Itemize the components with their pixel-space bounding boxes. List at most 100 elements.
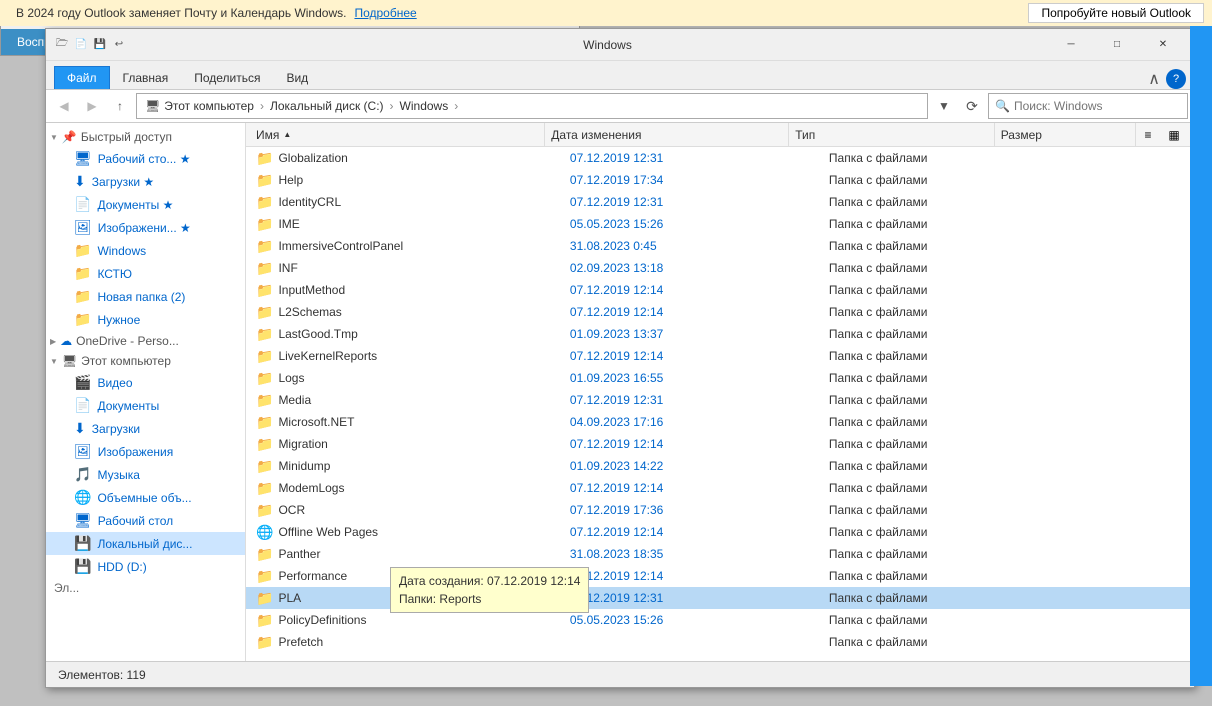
help-button[interactable]: ?	[1166, 69, 1186, 89]
file-date-cell: 07.12.2019 12:14	[564, 349, 823, 363]
table-row[interactable]: 📁Panther31.08.2023 18:35Папка с файлами	[246, 543, 1194, 565]
table-row[interactable]: 📁IME05.05.2023 15:26Папка с файлами	[246, 213, 1194, 235]
table-row[interactable]: 📁INF02.09.2023 13:18Папка с файлами	[246, 257, 1194, 279]
search-box[interactable]: 🔍	[988, 93, 1188, 119]
window-icon: 🗁	[54, 37, 70, 53]
folder-icon: 📁	[256, 304, 273, 321]
file-type-cell: Папка с файлами	[823, 547, 1041, 561]
file-date-cell: 07.12.2019 12:14	[564, 305, 823, 319]
view-buttons: ≡ ▦	[1136, 123, 1190, 147]
search-icon: 🔍	[995, 99, 1010, 113]
notification-link[interactable]: Подробнее	[354, 6, 416, 20]
maximize-button[interactable]: □	[1094, 29, 1140, 61]
sidebar-item-local-disk[interactable]: 💾 Локальный дис...	[46, 532, 245, 555]
table-row[interactable]: 📁Globalization07.12.2019 12:31Папка с фа…	[246, 147, 1194, 169]
onedrive-icon: ☁	[60, 334, 72, 348]
sidebar-item-images[interactable]: 🖼 Изображения	[46, 440, 245, 463]
table-row[interactable]: 📁ImmersiveControlPanel31.08.2023 0:45Пап…	[246, 235, 1194, 257]
address-dropdown-button[interactable]: ▼	[932, 94, 956, 118]
close-button[interactable]: ✕	[1140, 29, 1186, 61]
table-row[interactable]: 📁L2Schemas07.12.2019 12:14Папка с файлам…	[246, 301, 1194, 323]
search-input[interactable]	[1014, 99, 1181, 113]
this-pc-header[interactable]: ▼ 🖥 Этот компьютер	[46, 351, 245, 371]
quick-access-header[interactable]: ▼ 📌 Быстрый доступ	[46, 127, 245, 147]
table-row[interactable]: 📁PolicyDefinitions05.05.2023 15:26Папка …	[246, 609, 1194, 631]
list-view-button[interactable]: ≡	[1136, 123, 1160, 147]
file-name-cell: 📁Prefetch	[250, 634, 564, 651]
address-box[interactable]: 🖥 Этот компьютер › Локальный диск (C:) ›…	[136, 93, 928, 119]
window-controls[interactable]: ─ □ ✕	[1048, 29, 1186, 61]
sidebar-item-desk2[interactable]: 🖥 Рабочий стол	[46, 509, 245, 532]
table-row[interactable]: 📁IdentityCRL07.12.2019 12:31Папка с файл…	[246, 191, 1194, 213]
table-row[interactable]: 📁PrefetchПапка с файлами	[246, 631, 1194, 653]
refresh-button[interactable]: ⟳	[960, 94, 984, 118]
file-name: Panther	[278, 547, 320, 561]
try-outlook-button[interactable]: Попробуйте новый Outlook	[1028, 3, 1204, 23]
desktop-label: Рабочий сто... ★	[98, 152, 191, 166]
col-header-date[interactable]: Дата изменения	[545, 123, 789, 146]
sidebar-item-desktop[interactable]: 🖥 Рабочий сто... ★	[46, 147, 245, 170]
table-row[interactable]: 📁Logs01.09.2023 16:55Папка с файлами	[246, 367, 1194, 389]
onedrive-header[interactable]: ▶ ☁ OneDrive - Perso...	[46, 331, 245, 351]
col-header-type[interactable]: Тип	[789, 123, 994, 146]
table-row[interactable]: 📁OCR07.12.2019 17:36Папка с файлами	[246, 499, 1194, 521]
sidebar-item-video[interactable]: 🎬 Видео	[46, 371, 245, 394]
forward-button[interactable]: ▶	[80, 94, 104, 118]
sidebar-item-downloads[interactable]: ⬇ Загрузки ★	[46, 170, 245, 193]
minimize-button[interactable]: ─	[1048, 29, 1094, 61]
3d-label: Объемные объ...	[97, 491, 191, 505]
sidebar-item-hdd[interactable]: 💾 HDD (D:)	[46, 555, 245, 578]
dl2-icon: ⬇	[74, 420, 86, 437]
sidebar-item-dl2[interactable]: ⬇ Загрузки	[46, 417, 245, 440]
tab-share[interactable]: Поделиться	[181, 66, 273, 89]
sidebar-element-label[interactable]: Эл...	[46, 578, 245, 598]
this-pc-label: Этот компьютер	[81, 354, 171, 368]
table-row[interactable]: 📁LastGood.Tmp01.09.2023 13:37Папка с фай…	[246, 323, 1194, 345]
col-header-name[interactable]: Имя ▲	[250, 123, 545, 146]
sidebar-item-music[interactable]: 🎵 Музыка	[46, 463, 245, 486]
table-row[interactable]: 🌐Offline Web Pages07.12.2019 12:14Папка …	[246, 521, 1194, 543]
sidebar-item-windows[interactable]: 📁 Windows	[46, 239, 245, 262]
file-type-cell: Папка с файлами	[823, 327, 1041, 341]
up-button[interactable]: ↑	[108, 94, 132, 118]
sidebar-item-pictures[interactable]: 🖼 Изображени... ★	[46, 216, 245, 239]
ribbon-collapse-button[interactable]: ∧	[1148, 69, 1160, 89]
detail-view-button[interactable]: ▦	[1162, 123, 1186, 147]
column-headers: Имя ▲ Дата изменения Тип Размер ≡ ▦	[246, 123, 1194, 147]
documents-icon: 📄	[74, 196, 91, 213]
sidebar-item-nugnoe[interactable]: 📁 Нужное	[46, 308, 245, 331]
local-disk-icon: 💾	[74, 535, 91, 552]
tab-home[interactable]: Главная	[110, 66, 182, 89]
sidebar-item-docs2[interactable]: 📄 Документы	[46, 394, 245, 417]
folder-icon: 🌐	[256, 524, 273, 541]
tab-view[interactable]: Вид	[273, 66, 321, 89]
table-row[interactable]: 📁PLA07.12.2019 12:31Папка с файлами	[246, 587, 1194, 609]
kstu-icon: 📁	[74, 265, 91, 282]
sidebar-item-3d[interactable]: 🌐 Объемные объ...	[46, 486, 245, 509]
sidebar-item-kstu[interactable]: 📁 КСТЮ	[46, 262, 245, 285]
table-row[interactable]: 📁Media07.12.2019 12:31Папка с файлами	[246, 389, 1194, 411]
title-bar: 🗁 📄 💾 ↩ Windows ─ □ ✕	[46, 29, 1194, 61]
table-row[interactable]: 📁Minidump01.09.2023 14:22Папка с файлами	[246, 455, 1194, 477]
file-date-cell: 05.05.2023 15:26	[564, 217, 823, 231]
folder-icon: 📁	[256, 216, 273, 233]
table-row[interactable]: 📁LiveKernelReports07.12.2019 12:14Папка …	[246, 345, 1194, 367]
sidebar-item-documents[interactable]: 📄 Документы ★	[46, 193, 245, 216]
table-row[interactable]: 📁Migration07.12.2019 12:14Папка с файлам…	[246, 433, 1194, 455]
file-type-cell: Папка с файлами	[823, 525, 1041, 539]
sidebar-item-newfolder[interactable]: 📁 Новая папка (2)	[46, 285, 245, 308]
tab-file[interactable]: Файл	[54, 66, 110, 89]
file-name-cell: 📁ImmersiveControlPanel	[250, 238, 564, 255]
file-name: LiveKernelReports	[278, 349, 377, 363]
table-row[interactable]: 📁InputMethod07.12.2019 12:14Папка с файл…	[246, 279, 1194, 301]
table-row[interactable]: 📁Help07.12.2019 17:34Папка с файлами	[246, 169, 1194, 191]
file-name: Media	[278, 393, 311, 407]
tb-icon-save: 💾	[92, 37, 108, 53]
table-row[interactable]: 📁Microsoft.NET04.09.2023 17:16Папка с фа…	[246, 411, 1194, 433]
table-row[interactable]: 📁ModemLogs07.12.2019 12:14Папка с файлам…	[246, 477, 1194, 499]
back-button[interactable]: ◀	[52, 94, 76, 118]
table-row[interactable]: 📁Performance07.12.2019 12:14Папка с файл…	[246, 565, 1194, 587]
col-header-size[interactable]: Размер	[995, 123, 1136, 146]
windows-folder-icon: 📁	[74, 242, 91, 259]
desktop-icon: 🖥	[74, 150, 92, 167]
